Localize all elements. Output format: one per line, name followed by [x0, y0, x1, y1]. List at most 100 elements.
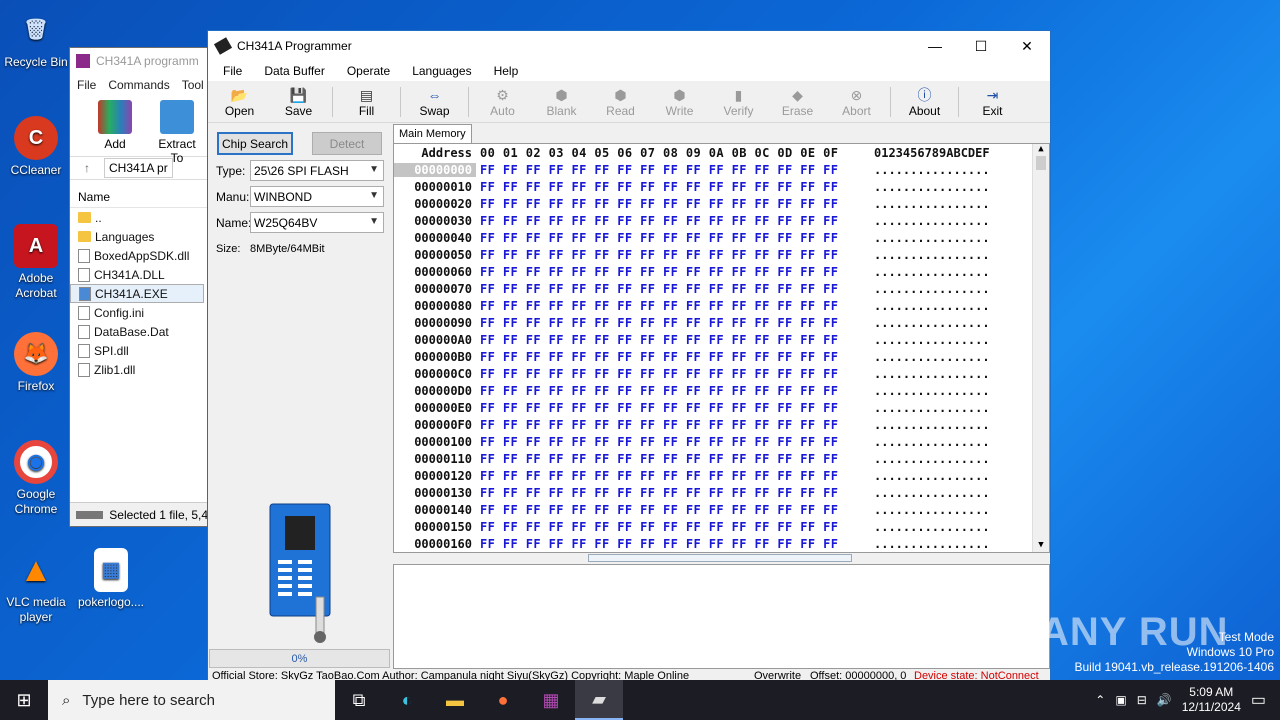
hex-row[interactable]: 00000010 FF FF FF FF FF FF FF FF FF FF FF… [394, 178, 1049, 195]
hex-row-bytes[interactable]: FF FF FF FF FF FF FF FF FF FF FF FF FF F… [476, 503, 868, 517]
exit-button[interactable]: ⇥ Exit [963, 86, 1022, 118]
hex-row-bytes[interactable]: FF FF FF FF FF FF FF FF FF FF FF FF FF F… [476, 435, 868, 449]
hex-row[interactable]: 000000B0 FF FF FF FF FF FF FF FF FF FF FF… [394, 348, 1049, 365]
ch341a-window[interactable]: CH341A Programmer — ☐ ✕ File Data Buffer… [207, 30, 1051, 685]
hex-row-bytes[interactable]: FF FF FF FF FF FF FF FF FF FF FF FF FF F… [476, 214, 868, 228]
scroll-up-arrow-icon[interactable]: ▲ [1033, 144, 1049, 154]
hex-row[interactable]: 000000C0 FF FF FF FF FF FF FF FF FF FF FF… [394, 365, 1049, 382]
tab-main-memory[interactable]: Main Memory [393, 124, 472, 143]
minimize-button[interactable]: — [912, 31, 958, 61]
splitter-handle[interactable] [588, 554, 852, 562]
hex-row[interactable]: 000000E0 FF FF FF FF FF FF FF FF FF FF FF… [394, 399, 1049, 416]
task-view-button[interactable]: ⧉ [335, 680, 383, 720]
hex-row[interactable]: 000000A0 FF FF FF FF FF FF FF FF FF FF FF… [394, 331, 1049, 348]
hex-row-bytes[interactable]: FF FF FF FF FF FF FF FF FF FF FF FF FF F… [476, 265, 868, 279]
list-item[interactable]: DataBase.Dat [70, 322, 208, 341]
hex-row[interactable]: 00000080 FF FF FF FF FF FF FF FF FF FF FF… [394, 297, 1049, 314]
hex-row-bytes[interactable]: FF FF FF FF FF FF FF FF FF FF FF FF FF F… [476, 163, 868, 177]
hex-row-bytes[interactable]: FF FF FF FF FF FF FF FF FF FF FF FF FF F… [476, 231, 868, 245]
swap-button[interactable]: ⇔ Swap [405, 86, 464, 118]
chip-search-button[interactable]: Chip Search [217, 132, 293, 155]
winrar-menu-commands[interactable]: Commands [108, 78, 169, 92]
erase-button[interactable]: ◆ Erase [768, 86, 827, 118]
manu-select[interactable]: WINBOND ▼ [250, 186, 384, 207]
hex-row[interactable]: 00000130 FF FF FF FF FF FF FF FF FF FF FF… [394, 484, 1049, 501]
maximize-button[interactable]: ☐ [958, 31, 1004, 61]
menu-file[interactable]: File [212, 64, 253, 78]
desktop-icon-chrome[interactable]: ◉ Google Chrome [0, 440, 72, 517]
hex-row-bytes[interactable]: FF FF FF FF FF FF FF FF FF FF FF FF FF F… [476, 248, 868, 262]
abort-button[interactable]: ⊗ Abort [827, 86, 886, 118]
menu-help[interactable]: Help [483, 64, 530, 78]
hex-row-bytes[interactable]: FF FF FF FF FF FF FF FF FF FF FF FF FF F… [476, 299, 868, 313]
list-item[interactable]: Zlib1.dll [70, 360, 208, 379]
desktop-icon-recycle-bin[interactable]: 🗑 Recycle Bin [0, 8, 72, 70]
desktop-icon-firefox[interactable]: 🦊 Firefox [0, 332, 72, 394]
taskbar-edge[interactable]: ◐ [383, 680, 431, 720]
winrar-menu-tools[interactable]: Tool [182, 78, 204, 92]
desktop-icon-acrobat[interactable]: A Adobe Acrobat [0, 224, 72, 301]
hex-row-bytes[interactable]: FF FF FF FF FF FF FF FF FF FF FF FF FF F… [476, 469, 868, 483]
list-item[interactable]: Languages [70, 227, 208, 246]
clock[interactable]: 5:09 AM 12/11/2024 [1182, 685, 1241, 715]
winrar-menu-file[interactable]: File [77, 78, 96, 92]
type-select[interactable]: 25\26 SPI FLASH ▼ [250, 160, 384, 181]
hex-row-bytes[interactable]: FF FF FF FF FF FF FF FF FF FF FF FF FF F… [476, 520, 868, 534]
hex-row[interactable]: 00000100 FF FF FF FF FF FF FF FF FF FF FF… [394, 433, 1049, 450]
close-button[interactable]: ✕ [1004, 31, 1050, 61]
hex-row[interactable]: 00000000 FF FF FF FF FF FF FF FF FF FF FF… [394, 161, 1049, 178]
hex-row[interactable]: 00000020 FF FF FF FF FF FF FF FF FF FF FF… [394, 195, 1049, 212]
notification-icon[interactable]: ▭ [1251, 690, 1266, 710]
hex-row-bytes[interactable]: FF FF FF FF FF FF FF FF FF FF FF FF FF F… [476, 452, 868, 466]
hex-row-bytes[interactable]: FF FF FF FF FF FF FF FF FF FF FF FF FF F… [476, 350, 868, 364]
hex-row-bytes[interactable]: FF FF FF FF FF FF FF FF FF FF FF FF FF F… [476, 316, 868, 330]
list-item[interactable]: CH341A.DLL [70, 265, 208, 284]
name-select[interactable]: W25Q64BV ▼ [250, 212, 384, 233]
hex-row-bytes[interactable]: FF FF FF FF FF FF FF FF FF FF FF FF FF F… [476, 384, 868, 398]
desktop-icon-ccleaner[interactable]: C CCleaner [0, 116, 72, 178]
save-button[interactable]: 💾 Save [269, 86, 328, 118]
taskbar-winrar[interactable]: ▦ [527, 680, 575, 720]
write-button[interactable]: ⬢ Write [650, 86, 709, 118]
menu-operate[interactable]: Operate [336, 64, 401, 78]
hex-row[interactable]: 00000070 FF FF FF FF FF FF FF FF FF FF FF… [394, 280, 1049, 297]
hex-row[interactable]: 00000140 FF FF FF FF FF FF FF FF FF FF FF… [394, 501, 1049, 518]
device-icon[interactable]: ▣ [1115, 693, 1126, 707]
open-button[interactable]: 📂 Open [210, 86, 269, 118]
menu-data-buffer[interactable]: Data Buffer [253, 64, 335, 78]
winrar-column-name[interactable]: Name [70, 186, 208, 208]
hex-row[interactable]: 00000060 FF FF FF FF FF FF FF FF FF FF FF… [394, 263, 1049, 280]
hex-row-bytes[interactable]: FF FF FF FF FF FF FF FF FF FF FF FF FF F… [476, 282, 868, 296]
hex-row[interactable]: 00000120 FF FF FF FF FF FF FF FF FF FF FF… [394, 467, 1049, 484]
hex-row[interactable]: 00000050 FF FF FF FF FF FF FF FF FF FF FF… [394, 246, 1049, 263]
hex-row[interactable]: 00000040 FF FF FF FF FF FF FF FF FF FF FF… [394, 229, 1049, 246]
winrar-extract-button[interactable]: Extract To [152, 96, 202, 165]
detect-button[interactable]: Detect [312, 132, 382, 155]
up-arrow-icon[interactable]: ↑ [84, 161, 90, 175]
read-button[interactable]: ⬢ Read [591, 86, 650, 118]
volume-icon[interactable]: 🔊 [1157, 693, 1172, 707]
hex-row[interactable]: 00000030 FF FF FF FF FF FF FF FF FF FF FF… [394, 212, 1049, 229]
hex-row[interactable]: 00000160 FF FF FF FF FF FF FF FF FF FF FF… [394, 535, 1049, 552]
scroll-down-arrow-icon[interactable]: ▼ [1033, 540, 1049, 550]
network-icon[interactable]: ⊟ [1137, 693, 1147, 707]
hex-row-bytes[interactable]: FF FF FF FF FF FF FF FF FF FF FF FF FF F… [476, 180, 868, 194]
hex-grid[interactable]: Address 00 01 02 03 04 05 06 07 08 09 0A… [393, 143, 1050, 553]
hex-row[interactable]: 00000110 FF FF FF FF FF FF FF FF FF FF FF… [394, 450, 1049, 467]
hex-row-bytes[interactable]: FF FF FF FF FF FF FF FF FF FF FF FF FF F… [476, 367, 868, 381]
winrar-window[interactable]: CH341A programm File Commands Tool Add E… [69, 47, 209, 527]
desktop-icon-pokerlogo[interactable]: ▦ pokerlogo.... [75, 548, 147, 610]
hex-row[interactable]: 000000D0 FF FF FF FF FF FF FF FF FF FF FF… [394, 382, 1049, 399]
hex-row-bytes[interactable]: FF FF FF FF FF FF FF FF FF FF FF FF FF F… [476, 486, 868, 500]
hex-row-bytes[interactable]: FF FF FF FF FF FF FF FF FF FF FF FF FF F… [476, 197, 868, 211]
winrar-add-button[interactable]: Add [90, 96, 140, 156]
taskbar-ch341a[interactable]: ▰ [575, 680, 623, 720]
list-item[interactable]: .. [70, 208, 208, 227]
search-box[interactable]: ⌕ Type here to search [48, 680, 335, 720]
about-button[interactable]: ⓘ About [895, 86, 954, 118]
hex-row-bytes[interactable]: FF FF FF FF FF FF FF FF FF FF FF FF FF F… [476, 418, 868, 432]
desktop-icon-vlc[interactable]: ▲ VLC media player [0, 548, 72, 625]
app-titlebar[interactable]: CH341A Programmer — ☐ ✕ [208, 31, 1050, 61]
chevron-up-icon[interactable]: ⌃ [1095, 693, 1105, 707]
list-item-selected[interactable]: CH341A.EXE [70, 284, 204, 303]
